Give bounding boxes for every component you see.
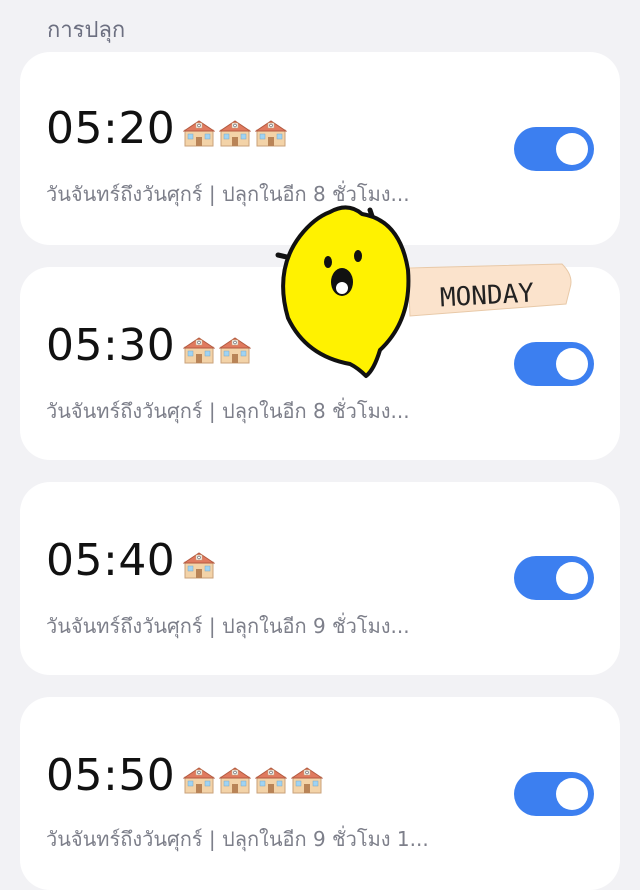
alarm-toggle[interactable]	[514, 772, 594, 816]
lemon-character-icon: MONDAY	[275, 205, 572, 378]
toggle-knob	[556, 133, 588, 165]
school-icon	[219, 765, 252, 795]
alarm-time-row: 05:30	[46, 319, 252, 373]
lemon-sticker: MONDAY	[270, 200, 580, 390]
alarm-toggle[interactable]	[514, 556, 594, 600]
sticker-label: MONDAY	[439, 278, 535, 313]
alarm-toggle[interactable]	[514, 127, 594, 171]
alarm-time: 05:20	[46, 103, 176, 154]
school-icon	[255, 118, 288, 148]
school-icon	[219, 335, 252, 365]
alarm-card[interactable]: 05:40 วันจันทร์ถึงวันศุกร์ | ปลุกในอีก 9…	[20, 482, 620, 675]
alarm-time-row: 05:40	[46, 534, 216, 588]
alarm-label-icons	[183, 550, 216, 580]
alarm-label-icons	[183, 765, 324, 795]
alarm-repeat-info: วันจันทร์ถึงวันศุกร์ | ปลุกในอีก 9 ชั่วโ…	[46, 827, 429, 851]
school-icon	[291, 765, 324, 795]
alarm-label-icons	[183, 118, 288, 148]
toggle-knob	[556, 778, 588, 810]
section-title: การปลุก	[47, 18, 126, 43]
monday-tag: MONDAY	[407, 263, 572, 317]
school-icon	[183, 550, 216, 580]
school-icon	[183, 765, 216, 795]
school-icon	[183, 118, 216, 148]
alarm-repeat-info: วันจันทร์ถึงวันศุกร์ | ปลุกในอีก 8 ชั่วโ…	[46, 399, 410, 423]
alarm-time: 05:40	[46, 535, 176, 586]
school-icon	[255, 765, 288, 795]
alarm-time-row: 05:20	[46, 102, 288, 156]
toggle-knob	[556, 562, 588, 594]
alarm-time-row: 05:50	[46, 749, 324, 803]
alarm-time: 05:30	[46, 320, 176, 371]
alarm-repeat-info: วันจันทร์ถึงวันศุกร์ | ปลุกในอีก 9 ชั่วโ…	[46, 614, 410, 638]
alarm-card[interactable]: 05:50 วันจันทร์ถึงวันศุกร์ | ปลุกในอีก 9…	[20, 697, 620, 890]
alarm-time: 05:50	[46, 750, 176, 801]
school-icon	[183, 335, 216, 365]
school-icon	[219, 118, 252, 148]
alarm-label-icons	[183, 335, 252, 365]
